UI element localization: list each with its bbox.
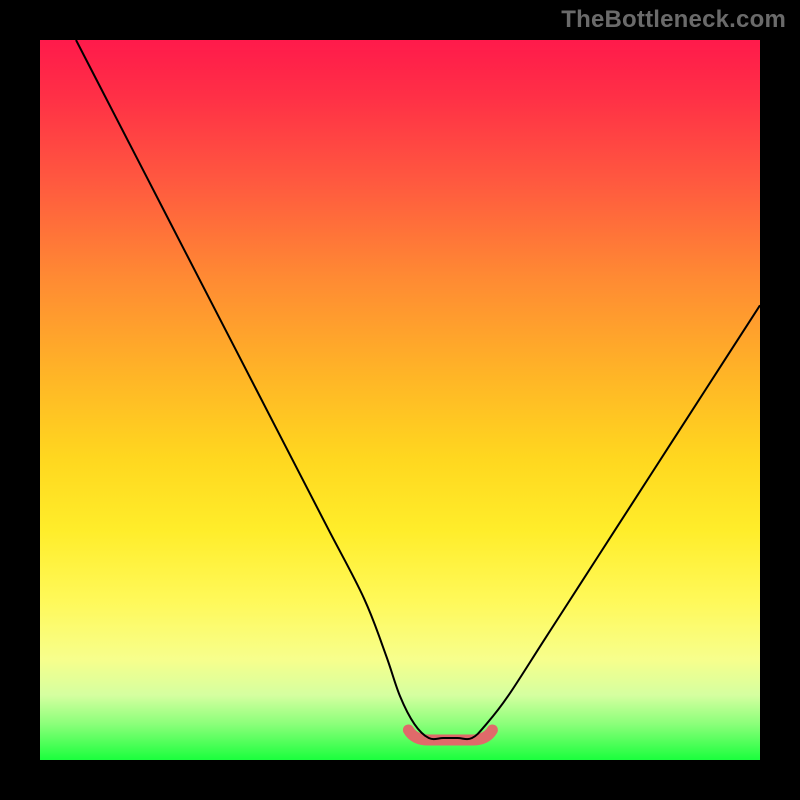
plot-area	[40, 40, 760, 760]
curve-svg	[40, 40, 760, 760]
bottleneck-curve	[76, 40, 760, 739]
chart-frame: TheBottleneck.com	[0, 0, 800, 800]
watermark-text: TheBottleneck.com	[561, 6, 786, 34]
